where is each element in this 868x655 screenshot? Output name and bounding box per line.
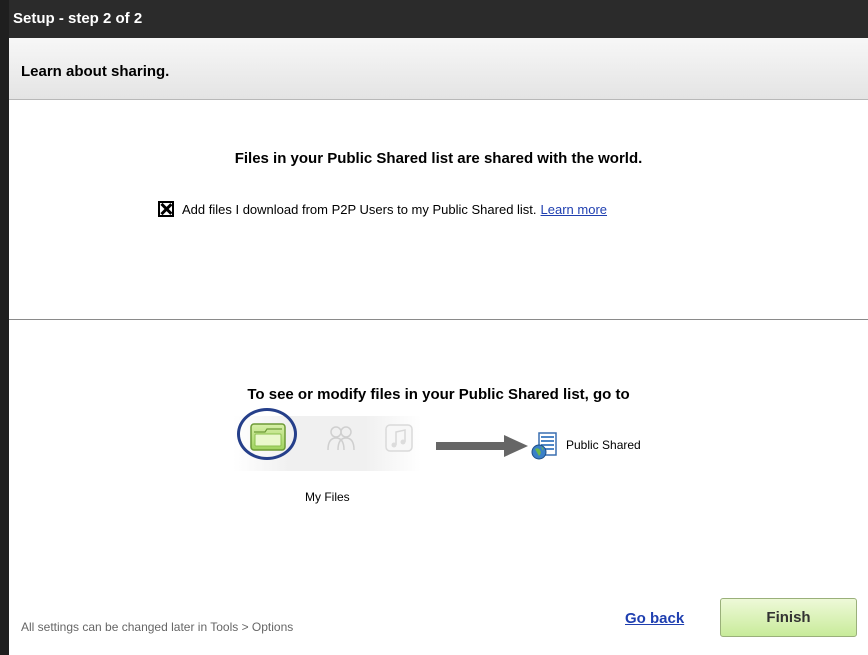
public-shared-label: Public Shared — [566, 438, 641, 452]
window-title: Setup - step 2 of 2 — [13, 10, 143, 27]
my-files-label: My Files — [305, 490, 350, 504]
window-titlebar: Setup - step 2 of 2 — [9, 0, 868, 38]
people-icon — [327, 426, 355, 451]
finish-button[interactable]: Finish — [720, 598, 857, 637]
sharing-heading: Files in your Public Shared list are sha… — [234, 150, 643, 167]
learn-more-link[interactable]: Learn more — [541, 202, 607, 217]
setup-window: Setup - step 2 of 2 Learn about sharing.… — [9, 0, 868, 655]
highlight-circle — [237, 408, 297, 460]
public-shared-document-icon — [531, 432, 557, 460]
step-subtitle: Learn about sharing. — [21, 63, 170, 80]
share-downloads-checkbox[interactable] — [158, 201, 174, 217]
music-icon — [385, 424, 413, 452]
settings-note: All settings can be changed later in Too… — [21, 620, 294, 634]
navigation-hint-section: To see or modify files in your Public Sh… — [9, 321, 868, 655]
sharing-section: Files in your Public Shared list are sha… — [9, 100, 868, 320]
toolbar-illustration — [233, 408, 421, 471]
share-downloads-label: Add files I download from P2P Users to m… — [182, 201, 537, 217]
navigation-heading: To see or modify files in your Public Sh… — [247, 386, 630, 403]
arrow-right-icon — [436, 435, 528, 457]
share-downloads-option: Add files I download from P2P Users to m… — [158, 199, 607, 219]
step-header: Learn about sharing. — [9, 38, 868, 100]
go-back-link[interactable]: Go back — [625, 610, 684, 627]
